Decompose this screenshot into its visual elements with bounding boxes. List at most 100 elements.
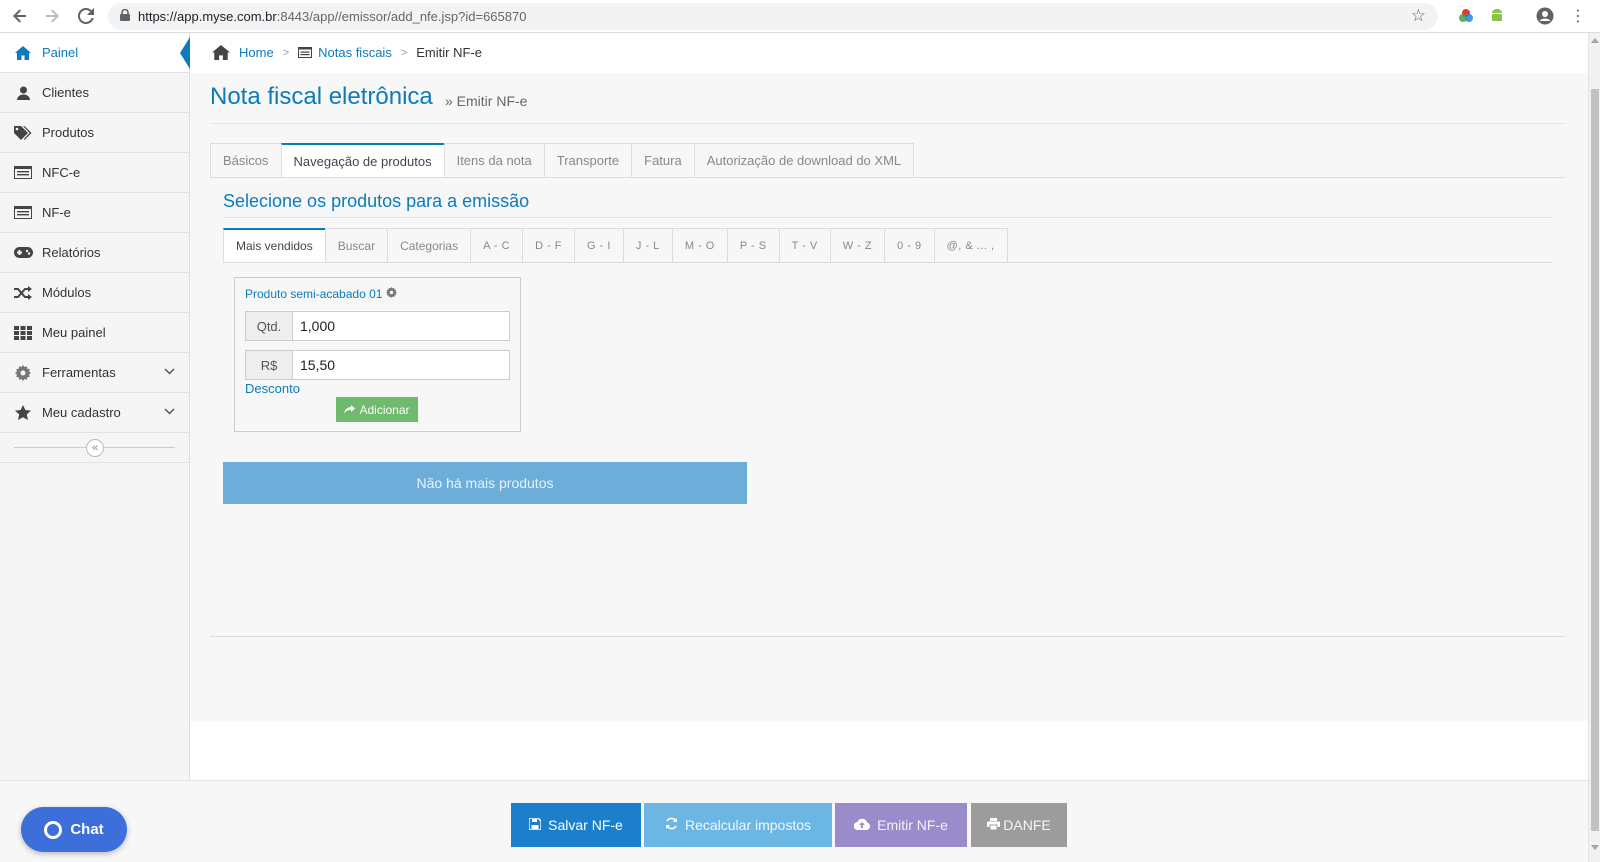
printer-icon — [987, 817, 1001, 833]
sidebar-item-nfce[interactable]: NFC-e — [0, 153, 189, 193]
save-nfe-label: Salvar NF-e — [548, 817, 623, 833]
tab-a-c[interactable]: A - C — [470, 228, 523, 263]
tab-t-v[interactable]: T - V — [778, 228, 830, 263]
sidebar-item-clientes[interactable]: Clientes — [0, 73, 189, 113]
sidebar-item-produtos[interactable]: Produtos — [0, 113, 189, 153]
divider — [223, 217, 1553, 218]
sidebar-item-meu-cadastro[interactable]: Meu cadastro — [0, 393, 189, 433]
price-label: R$ — [245, 350, 293, 380]
refresh-icon — [665, 817, 678, 833]
divider — [210, 177, 1565, 178]
floppy-disk-icon — [528, 816, 542, 833]
sidebar-item-meu-painel[interactable]: Meu painel — [0, 313, 189, 353]
tab-symbols[interactable]: @, & ... , — [933, 228, 1008, 263]
breadcrumb-current: Emitir NF-e — [416, 45, 482, 60]
sidebar-item-ferramentas[interactable]: Ferramentas — [0, 353, 189, 393]
chat-bubble-icon — [44, 820, 63, 839]
breadcrumb-home-link[interactable]: Home — [239, 45, 274, 60]
sidebar-item-modulos[interactable]: Módulos — [0, 273, 189, 313]
list-icon — [298, 47, 313, 58]
gear-icon[interactable] — [386, 287, 398, 301]
tab-basicos[interactable]: Básicos — [210, 143, 281, 178]
browser-toolbar: https://app.myse.com.br:8443/app//emisso… — [0, 0, 1600, 33]
sidebar-item-relatorios[interactable]: Relatórios — [0, 233, 189, 273]
bookmark-star-icon[interactable]: ☆ — [1411, 6, 1426, 26]
quantity-input[interactable] — [293, 311, 510, 341]
page-scrollbar[interactable] — [1588, 33, 1600, 862]
address-bar[interactable]: https://app.myse.com.br:8443/app//emisso… — [108, 3, 1438, 30]
content-panel: Nota fiscal eletrônica » Emitir NF-e Bás… — [190, 73, 1588, 721]
product-name[interactable]: Produto semi-acabado 01 — [245, 287, 398, 301]
emit-nfe-button[interactable]: Emitir NF-e — [835, 803, 967, 847]
collapse-sidebar-icon[interactable]: « — [86, 439, 104, 457]
android-extension-icon[interactable] — [1487, 6, 1507, 26]
home-icon — [212, 45, 230, 60]
save-nfe-button[interactable]: Salvar NF-e — [511, 803, 641, 847]
action-footer: Chat Salvar NF-e Recalcular impostos Emi… — [0, 780, 1588, 862]
danfe-button[interactable]: DANFE — [971, 803, 1067, 847]
back-arrow-icon[interactable] — [4, 1, 36, 31]
tab-mais-vendidos[interactable]: Mais vendidos — [223, 228, 325, 263]
tab-fatura[interactable]: Fatura — [631, 143, 694, 178]
tab-d-f[interactable]: D - F — [522, 228, 575, 263]
chat-button[interactable]: Chat — [21, 807, 127, 852]
sidebar-item-label: Produtos — [42, 125, 95, 140]
tab-transporte[interactable]: Transporte — [543, 143, 632, 178]
sidebar-item-label: NFC-e — [42, 165, 81, 180]
product-card: Produto semi-acabado 01 Qtd. R$ Desconto… — [234, 277, 521, 432]
gear-icon — [12, 364, 34, 381]
profile-icon[interactable] — [1535, 6, 1555, 26]
price-input[interactable] — [293, 350, 510, 380]
tab-j-l[interactable]: J - L — [622, 228, 672, 263]
color-wheel-extension-icon[interactable] — [1456, 6, 1476, 26]
kebab-menu-icon[interactable]: ⋮ — [1568, 6, 1588, 26]
chevron-right-icon: > — [400, 46, 408, 59]
discount-link[interactable]: Desconto — [245, 381, 300, 396]
main-area: Home > Notas fiscais > Emitir NF-e Nota … — [190, 33, 1588, 780]
emit-nfe-label: Emitir NF-e — [877, 817, 948, 833]
page-subtitle: » Emitir NF-e — [445, 93, 528, 109]
tab-m-o[interactable]: M - O — [671, 228, 727, 263]
chat-label: Chat — [70, 821, 104, 838]
share-arrow-icon — [344, 403, 356, 417]
tab-w-z[interactable]: W - Z — [829, 228, 885, 263]
page-title: Nota fiscal eletrônica — [210, 83, 433, 110]
tab-0-9[interactable]: 0 - 9 — [884, 228, 934, 263]
tab-p-s[interactable]: P - S — [726, 228, 779, 263]
sidebar-item-label: Módulos — [42, 285, 92, 300]
quantity-input-group: Qtd. — [245, 311, 510, 341]
reload-icon[interactable] — [70, 1, 102, 31]
chevron-down-icon — [164, 366, 175, 378]
tab-g-i[interactable]: G - I — [574, 228, 623, 263]
tags-icon — [12, 125, 34, 141]
tab-autorizacao-download-xml[interactable]: Autorização de download do XML — [693, 143, 915, 178]
product-filter-tabs: Mais vendidos Buscar Categorias A - C D … — [223, 228, 1008, 263]
main-tabs: Básicos Navegação de produtos Itens da n… — [210, 143, 915, 178]
cloud-upload-icon — [853, 818, 871, 833]
scrollbar-thumb[interactable] — [1591, 89, 1599, 831]
sidebar-item-painel[interactable]: Painel — [0, 33, 190, 73]
star-icon — [12, 405, 34, 421]
tab-buscar[interactable]: Buscar — [324, 228, 388, 263]
no-more-products-banner: Não há mais produtos — [223, 462, 747, 504]
forward-arrow-icon[interactable] — [36, 1, 68, 31]
breadcrumb-notas-link[interactable]: Notas fiscais — [318, 45, 392, 60]
scroll-up-icon[interactable] — [1591, 38, 1599, 43]
tab-itens-nota[interactable]: Itens da nota — [443, 143, 544, 178]
price-input-group: R$ — [245, 350, 510, 380]
tab-navegacao-produtos[interactable]: Navegação de produtos — [280, 143, 444, 178]
lock-icon — [120, 8, 130, 24]
sidebar-item-nfe[interactable]: NF-e — [0, 193, 189, 233]
recalculate-taxes-button[interactable]: Recalcular impostos — [644, 803, 832, 847]
section-title: Selecione os produtos para a emissão — [223, 191, 530, 211]
sidebar-item-label: Ferramentas — [42, 365, 116, 380]
add-product-button[interactable]: Adicionar — [336, 397, 418, 422]
sidebar-item-label: Clientes — [42, 85, 89, 100]
divider — [210, 636, 1565, 637]
scroll-down-icon[interactable] — [1591, 845, 1599, 850]
sidebar-item-label: Relatórios — [42, 245, 101, 260]
sidebar-item-label: Meu painel — [42, 325, 106, 340]
tab-categorias[interactable]: Categorias — [387, 228, 471, 263]
add-product-label: Adicionar — [359, 402, 410, 417]
shuffle-icon — [12, 285, 34, 301]
